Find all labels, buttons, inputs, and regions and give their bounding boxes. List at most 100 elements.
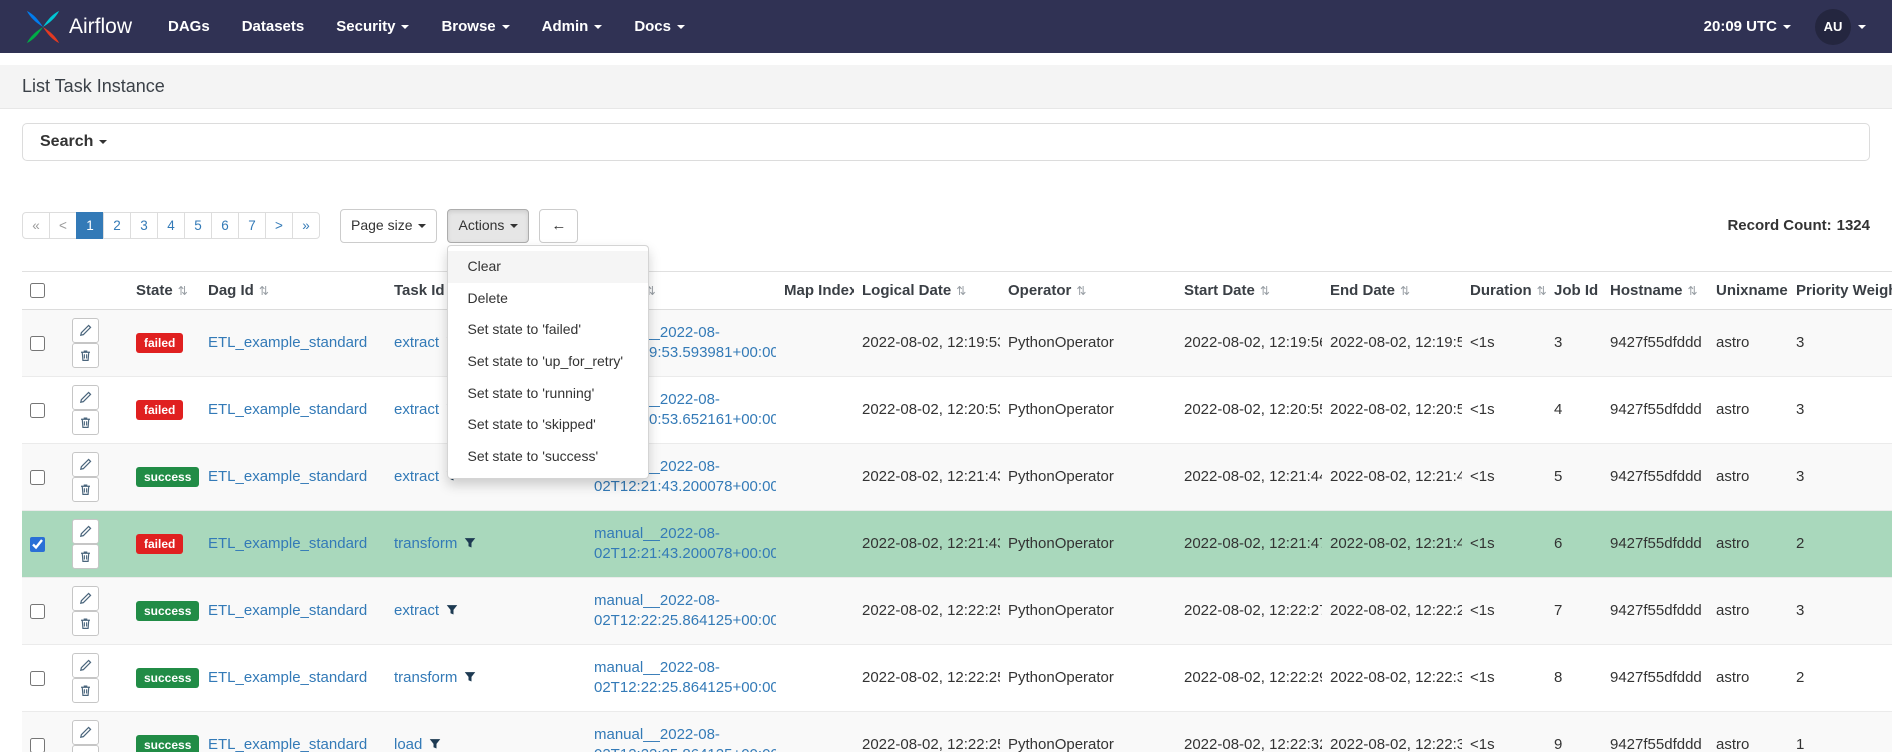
task-id-link[interactable]: extract <box>394 401 439 418</box>
record-count-value: 1324 <box>1836 217 1870 235</box>
page-button-»[interactable]: » <box>292 212 320 240</box>
column-header-dag_id[interactable]: Dag Id ⇅ <box>200 270 386 310</box>
dag-id-link[interactable]: ETL_example_standard <box>208 535 367 552</box>
page-button->[interactable]: > <box>265 212 293 240</box>
delete-row-button[interactable] <box>72 409 99 435</box>
delete-row-button[interactable] <box>72 476 99 502</box>
delete-row-button[interactable] <box>72 543 99 569</box>
row-checkbox[interactable] <box>30 603 45 619</box>
dag-id-link[interactable]: ETL_example_standard <box>208 468 367 485</box>
select-all-checkbox[interactable] <box>30 283 45 299</box>
actions-menu-item[interactable]: Set state to 'up_for_retry' <box>448 346 648 378</box>
task-id-link[interactable]: extract <box>394 602 439 619</box>
nav-item-browse[interactable]: Browse <box>441 18 510 35</box>
nav-item-dags[interactable]: DAGs <box>168 18 210 35</box>
page-button-1[interactable]: 1 <box>76 212 104 240</box>
page-button-6[interactable]: 6 <box>211 212 239 240</box>
task-id-link[interactable]: transform <box>394 535 457 552</box>
column-header-hostname[interactable]: Hostname ⇅ <box>1602 270 1708 310</box>
chevron-down-icon[interactable] <box>1858 24 1866 29</box>
page-button-3[interactable]: 3 <box>130 212 158 240</box>
column-header-logical_date[interactable]: Logical Date ⇅ <box>854 270 1000 310</box>
actions-menu-item[interactable]: Set state to 'skipped' <box>448 409 648 441</box>
cell-duration: <1s <box>1462 308 1546 377</box>
run-id-link[interactable]: manual__2022-08-02T12:22:25.864125+00:00 <box>594 592 776 629</box>
nav-item-admin[interactable]: Admin <box>542 18 603 35</box>
nav-item-security[interactable]: Security <box>336 18 410 35</box>
edit-row-button[interactable] <box>72 518 99 544</box>
dag-id-link[interactable]: ETL_example_standard <box>208 736 367 752</box>
search-toggle[interactable]: Search <box>40 133 108 150</box>
delete-row-button[interactable] <box>72 342 99 368</box>
clock-dropdown[interactable]: 20:09 UTC <box>1704 18 1791 35</box>
actions-menu-item[interactable]: Delete <box>448 283 648 315</box>
task-id-link[interactable]: transform <box>394 669 457 686</box>
column-header-priority_weight[interactable]: Priority Weight⇅ <box>1788 270 1892 310</box>
page-button-7[interactable]: 7 <box>238 212 266 240</box>
edit-row-button[interactable] <box>72 384 99 410</box>
page-button-2[interactable]: 2 <box>103 212 131 240</box>
cell-logical-date: 2022-08-02, 12:20:53 <box>854 375 1000 444</box>
edit-row-button[interactable] <box>72 719 99 745</box>
edit-row-button[interactable] <box>72 652 99 678</box>
column-header-unixname[interactable]: Unixname⇅ <box>1708 270 1788 310</box>
page-button-«[interactable]: « <box>22 212 50 240</box>
nav-item-docs[interactable]: Docs <box>634 18 685 35</box>
delete-row-button[interactable] <box>72 677 99 703</box>
page-size-button[interactable]: Page size <box>340 209 438 243</box>
cell-priority-weight: 3 <box>1788 375 1892 444</box>
column-header-end_date[interactable]: End Date ⇅ <box>1322 270 1462 310</box>
task-id-link[interactable]: extract <box>394 334 439 351</box>
dag-id-link[interactable]: ETL_example_standard <box>208 401 367 418</box>
user-avatar[interactable]: AU <box>1815 8 1851 45</box>
filter-funnel-icon[interactable] <box>429 736 441 752</box>
dag-id-link[interactable]: ETL_example_standard <box>208 669 367 686</box>
page-button-<[interactable]: < <box>49 212 77 240</box>
edit-row-button[interactable] <box>72 585 99 611</box>
run-id-link[interactable]: manual__2022-08-02T12:22:25.864125+00:00 <box>594 726 776 752</box>
actions-menu-item[interactable]: Clear <box>448 250 649 283</box>
toolbar: «<1 2 3 4 5 6 7 >» Page size Actions Clear Delet… <box>22 209 1870 479</box>
row-checkbox[interactable] <box>30 335 45 351</box>
page-button-4[interactable]: 4 <box>157 212 185 240</box>
actions-menu-item[interactable]: Set state to 'running' <box>448 378 648 410</box>
filter-funnel-icon[interactable] <box>446 602 458 619</box>
column-header-job_id[interactable]: Job Id⇅ <box>1546 270 1602 310</box>
actions-menu-item[interactable]: Set state to 'failed' <box>448 314 648 346</box>
delete-row-button[interactable] <box>72 610 99 636</box>
run-id-link[interactable]: manual__2022-08-02T12:21:43.200078+00:00 <box>594 525 776 562</box>
airflow-brand[interactable]: Airflow <box>26 10 132 44</box>
record-count: Record Count: 1324 <box>1727 217 1870 234</box>
cell-job-id: 5 <box>1546 442 1602 511</box>
column-header-duration[interactable]: Duration ⇅ <box>1462 270 1546 310</box>
actions-button[interactable]: Actions <box>447 209 530 243</box>
row-checkbox[interactable] <box>30 536 45 552</box>
column-header-start_date[interactable]: Start Date ⇅ <box>1176 270 1322 310</box>
sort-icon: ⇅ <box>1259 283 1270 298</box>
task-id-link[interactable]: extract <box>394 468 439 485</box>
column-header-operator[interactable]: Operator ⇅ <box>1000 270 1176 310</box>
cell-duration: <1s <box>1462 576 1546 645</box>
page-button-5[interactable]: 5 <box>184 212 212 240</box>
dag-id-link[interactable]: ETL_example_standard <box>208 602 367 619</box>
row-checkbox[interactable] <box>30 402 45 418</box>
delete-row-button[interactable] <box>72 744 99 752</box>
column-label: Unixname <box>1716 281 1788 299</box>
task-id-link[interactable]: load <box>394 736 422 752</box>
row-checkbox[interactable] <box>30 737 45 752</box>
nav-item-datasets[interactable]: Datasets <box>242 18 305 35</box>
row-checkbox[interactable] <box>30 469 45 485</box>
dag-id-link[interactable]: ETL_example_standard <box>208 334 367 351</box>
back-button[interactable]: ← <box>539 209 579 243</box>
run-id-link[interactable]: manual__2022-08-02T12:22:25.864125+00:00 <box>594 659 776 696</box>
cell-job-id: 3 <box>1546 308 1602 377</box>
edit-row-button[interactable] <box>72 317 99 343</box>
edit-row-button[interactable] <box>72 451 99 477</box>
row-checkbox[interactable] <box>30 670 45 686</box>
cell-state: success <box>128 442 200 511</box>
actions-menu-item[interactable]: Set state to 'success' <box>448 441 648 473</box>
column-header-map_index[interactable]: Map Index⇅ <box>776 270 854 310</box>
column-header-state[interactable]: State ⇅ <box>128 270 200 310</box>
filter-funnel-icon[interactable] <box>464 535 476 552</box>
filter-funnel-icon[interactable] <box>464 669 476 686</box>
